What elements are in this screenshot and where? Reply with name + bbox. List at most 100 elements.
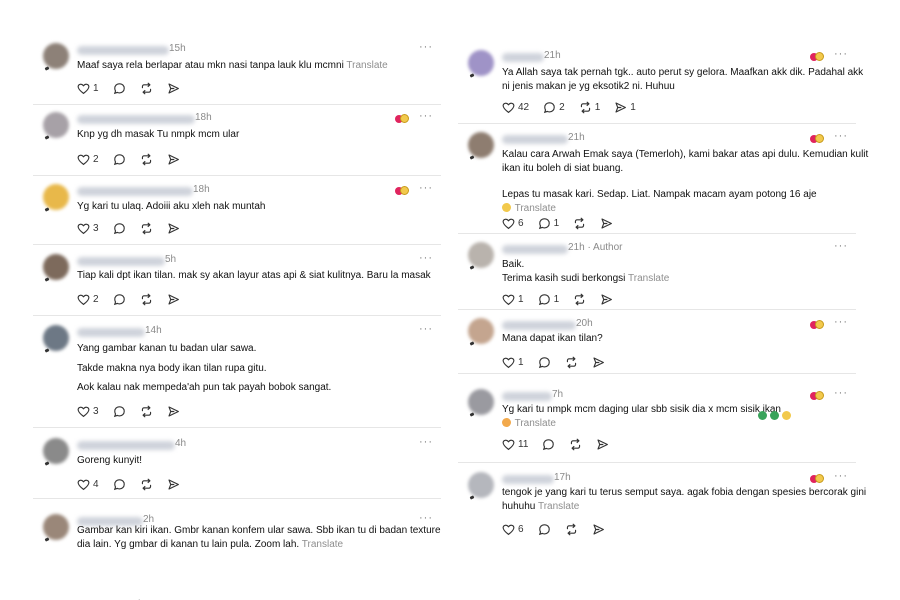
more-icon[interactable]: ··· [419, 41, 433, 53]
repost-button[interactable] [140, 293, 153, 306]
avatar[interactable] [43, 325, 69, 351]
share-button[interactable] [600, 217, 613, 230]
username-redacted[interactable] [77, 46, 169, 55]
username-redacted[interactable] [77, 328, 145, 337]
avatar[interactable] [43, 514, 69, 540]
repost-button[interactable] [140, 405, 153, 418]
reaction-icons[interactable] [810, 474, 824, 484]
translate-link[interactable]: Translate [515, 203, 556, 214]
repost-button[interactable] [565, 356, 578, 369]
share-button[interactable] [167, 153, 180, 166]
action-bar: 61 [502, 216, 627, 230]
more-icon[interactable]: ··· [419, 323, 433, 335]
share-button[interactable] [167, 478, 180, 491]
repost-button[interactable] [565, 523, 578, 536]
repost-button[interactable] [569, 438, 582, 451]
share-button[interactable] [167, 405, 180, 418]
more-icon[interactable]: ··· [419, 436, 433, 448]
username-redacted[interactable] [502, 392, 552, 401]
username-redacted[interactable] [502, 135, 568, 144]
share-button[interactable] [592, 356, 605, 369]
avatar[interactable] [468, 472, 494, 498]
share-button[interactable] [167, 293, 180, 306]
share-button[interactable] [592, 523, 605, 536]
repost-button[interactable]: 1 [579, 101, 600, 114]
username-redacted[interactable] [77, 115, 195, 124]
share-button[interactable] [596, 438, 609, 451]
more-icon[interactable]: ··· [419, 512, 433, 524]
reaction-icons[interactable] [810, 134, 824, 144]
more-icon[interactable]: ··· [834, 387, 848, 399]
avatar[interactable] [43, 254, 69, 280]
translate-link[interactable]: Translate [628, 273, 669, 284]
avatar[interactable] [468, 318, 494, 344]
like-button[interactable]: 3 [77, 222, 99, 235]
more-icon[interactable]: ··· [419, 252, 433, 264]
share-button[interactable]: 1 [614, 101, 636, 114]
repost-button[interactable] [140, 82, 153, 95]
translate-link[interactable]: Translate [538, 501, 579, 512]
reaction-icons[interactable] [810, 391, 824, 401]
reply-button[interactable] [113, 82, 126, 95]
reaction-icons[interactable] [395, 186, 409, 196]
reply-button[interactable] [538, 523, 551, 536]
avatar[interactable] [468, 242, 494, 268]
reply-button[interactable]: 1 [538, 293, 559, 306]
avatar[interactable] [43, 112, 69, 138]
share-button[interactable] [600, 293, 613, 306]
repost-button[interactable] [573, 293, 586, 306]
username-redacted[interactable] [502, 53, 544, 62]
like-button[interactable]: 11 [502, 438, 528, 451]
reply-button[interactable]: 2 [543, 101, 565, 114]
username-redacted[interactable] [502, 245, 568, 254]
reaction-icons[interactable] [810, 52, 824, 62]
reply-button[interactable] [113, 478, 126, 491]
like-button[interactable]: 2 [77, 293, 99, 306]
translate-link[interactable]: Translate [302, 539, 343, 550]
reply-button[interactable] [542, 438, 555, 451]
repost-button[interactable] [140, 153, 153, 166]
username-redacted[interactable] [77, 441, 175, 450]
more-icon[interactable]: ··· [419, 110, 433, 122]
translate-link[interactable]: Translate [515, 418, 556, 429]
share-button[interactable] [167, 222, 180, 235]
reply-button[interactable] [113, 405, 126, 418]
like-button[interactable]: 6 [502, 523, 524, 536]
more-icon[interactable]: ··· [834, 470, 848, 482]
more-icon[interactable]: ··· [834, 48, 848, 60]
reply-button[interactable] [113, 293, 126, 306]
reply-button[interactable]: 1 [538, 217, 559, 230]
avatar[interactable] [43, 184, 69, 210]
username-redacted[interactable] [502, 321, 576, 330]
more-icon[interactable]: ··· [834, 316, 848, 328]
like-button[interactable]: 2 [77, 153, 99, 166]
reply-button[interactable] [113, 153, 126, 166]
reaction-icons[interactable] [810, 320, 824, 330]
username-redacted[interactable] [77, 187, 193, 196]
more-icon[interactable]: ··· [419, 182, 433, 194]
more-icon[interactable]: ··· [834, 130, 848, 142]
like-button[interactable]: 1 [502, 293, 524, 306]
repost-button[interactable] [573, 217, 586, 230]
translate-link[interactable]: Translate [346, 60, 387, 71]
repost-button[interactable] [140, 478, 153, 491]
like-button[interactable]: 4 [77, 478, 99, 491]
like-button[interactable]: 3 [77, 405, 99, 418]
like-button[interactable]: 1 [502, 356, 524, 369]
repost-button[interactable] [140, 222, 153, 235]
share-button[interactable] [167, 82, 180, 95]
like-button[interactable]: 1 [77, 82, 99, 95]
avatar[interactable] [43, 43, 69, 69]
like-button[interactable]: 42 [502, 101, 529, 114]
reaction-icons[interactable] [395, 114, 409, 124]
reply-button[interactable] [113, 222, 126, 235]
like-button[interactable]: 6 [502, 217, 524, 230]
avatar[interactable] [468, 132, 494, 158]
avatar[interactable] [43, 438, 69, 464]
avatar[interactable] [468, 389, 494, 415]
more-icon[interactable]: ··· [834, 240, 848, 252]
reply-button[interactable] [538, 356, 551, 369]
username-redacted[interactable] [502, 475, 554, 484]
avatar[interactable] [468, 50, 494, 76]
username-redacted[interactable] [77, 257, 165, 266]
